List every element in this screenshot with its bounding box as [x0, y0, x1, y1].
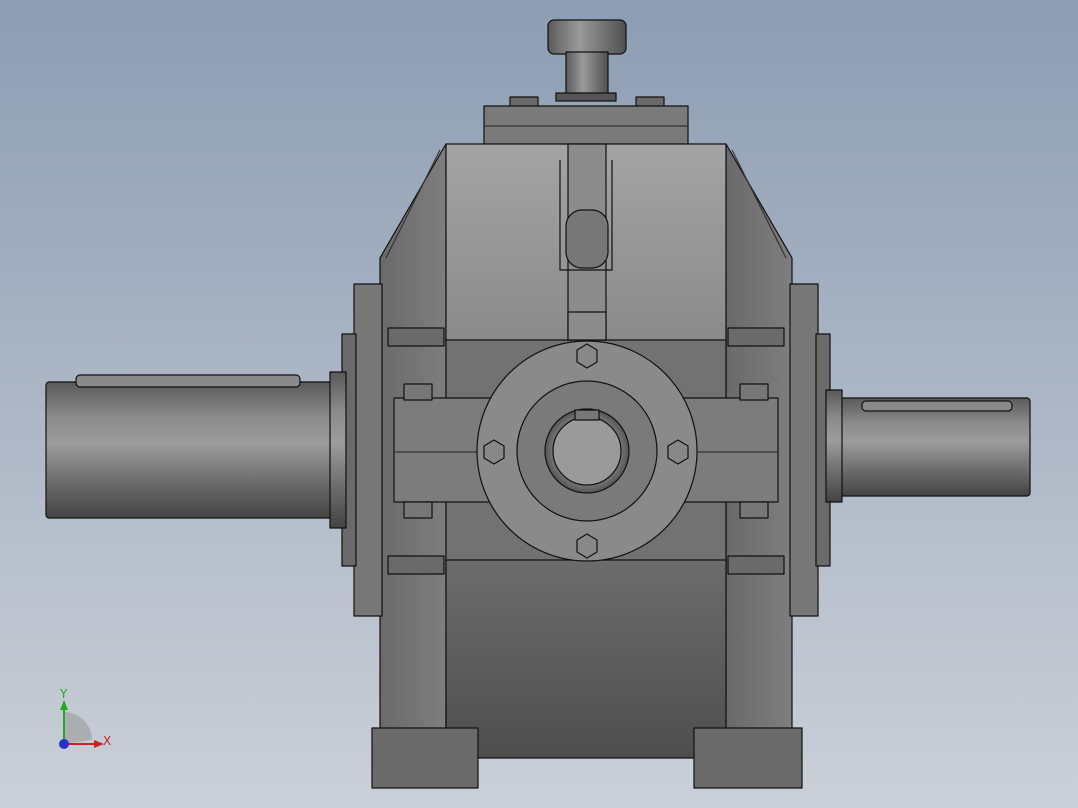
left-output-shaft: [45, 371, 347, 529]
x-axis-label: X: [103, 734, 111, 748]
right-output-shaft: [825, 389, 1031, 503]
z-axis-dot: [59, 739, 69, 749]
y-axis-label: Y: [59, 687, 68, 701]
model-canvas[interactable]: Y X: [0, 0, 1078, 808]
center-flange: [476, 340, 698, 562]
graphics-viewport[interactable]: Y X: [0, 0, 1078, 808]
